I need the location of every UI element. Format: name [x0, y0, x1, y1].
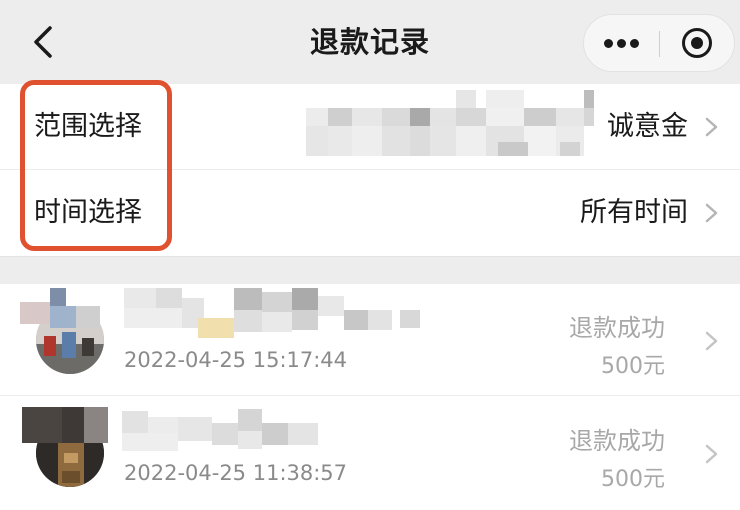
range-select-value: 诚意金	[607, 111, 688, 142]
close-mini-program-button[interactable]	[660, 15, 735, 71]
record-amount: 500元	[601, 467, 665, 492]
record-datetime: 2022-04-25 11:38:57	[124, 461, 348, 485]
more-button[interactable]	[584, 15, 659, 71]
range-select-row[interactable]: 范围选择 诚意金	[0, 84, 740, 170]
chevron-right-icon	[705, 331, 718, 351]
chevron-right-icon	[705, 444, 718, 464]
navigation-bar: 退款记录	[0, 0, 740, 84]
time-select-value: 所有时间	[580, 197, 688, 228]
redacted-mosaic	[306, 90, 594, 162]
time-select-label: 时间选择	[34, 197, 142, 228]
chevron-right-icon	[705, 117, 718, 137]
time-select-row[interactable]: 时间选择 所有时间	[0, 170, 740, 256]
refund-record-item[interactable]: 2022-04-25 11:38:57 退款成功 500元	[0, 397, 740, 509]
record-amount: 500元	[601, 354, 665, 379]
avatar	[36, 306, 104, 374]
range-select-label: 范围选择	[34, 111, 142, 142]
section-divider	[0, 256, 740, 284]
mini-program-capsule	[583, 14, 735, 72]
chevron-right-icon	[705, 203, 718, 223]
record-status: 退款成功	[569, 427, 665, 455]
refund-record-item[interactable]: 2022-04-25 15:17:44 退款成功 500元	[0, 284, 740, 396]
record-datetime: 2022-04-25 15:17:44	[124, 348, 348, 372]
record-status: 退款成功	[569, 314, 665, 342]
avatar	[36, 419, 104, 487]
